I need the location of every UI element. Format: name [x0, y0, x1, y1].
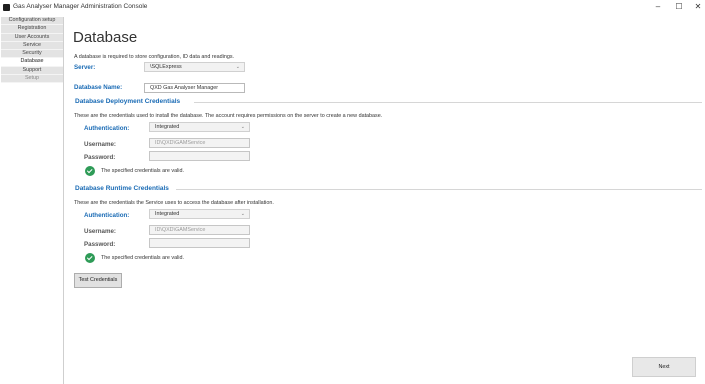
server-dropdown[interactable]: \SQLExpress ⌄: [144, 62, 245, 72]
runtime-valid-message: The specified credentials are valid.: [101, 255, 184, 261]
close-button[interactable]: ✕: [691, 2, 705, 12]
runtime-username-input[interactable]: ID\QXD\GAMService: [149, 225, 250, 235]
sidebar-item-configuration-setup[interactable]: Configuration setup: [1, 17, 63, 26]
next-button[interactable]: Next: [632, 357, 696, 377]
database-description: A database is required to store configur…: [74, 54, 235, 60]
title-bar: Gas Analyser Manager Administration Cons…: [0, 0, 705, 16]
deployment-auth-dropdown[interactable]: Integrated ⌄: [149, 122, 250, 132]
sidebar-item-support[interactable]: Support: [1, 66, 63, 76]
server-label: Server:: [74, 64, 96, 71]
deployment-username-label: Username:: [84, 141, 116, 148]
runtime-description: These are the credentials the Service us…: [74, 200, 274, 206]
sidebar-item-security[interactable]: Security: [1, 50, 63, 59]
chevron-down-icon: ⌄: [235, 64, 240, 70]
deployment-username-input[interactable]: ID\QXD\GAMService: [149, 138, 250, 148]
sidebar: Configuration setup Registration User Ac…: [1, 17, 64, 384]
app-icon: [3, 4, 10, 11]
deployment-auth-label: Authentication:: [84, 125, 130, 132]
sidebar-item-setup[interactable]: Setup: [1, 75, 63, 84]
deployment-credentials-header: Database Deployment Credentials: [75, 98, 181, 105]
runtime-auth-label: Authentication:: [84, 212, 130, 219]
deployment-valid-message: The specified credentials are valid.: [101, 168, 184, 174]
chevron-down-icon: ⌄: [240, 211, 245, 217]
sidebar-item-registration[interactable]: Registration: [1, 25, 63, 34]
deployment-password-label: Password:: [84, 154, 116, 161]
sidebar-item-user-accounts[interactable]: User Accounts: [1, 33, 63, 42]
page-title: Database: [73, 29, 138, 46]
main-content: Database A database is required to store…: [64, 17, 705, 384]
test-credentials-button[interactable]: Test Credentials: [74, 273, 122, 288]
window-title: Gas Analyser Manager Administration Cons…: [13, 3, 148, 10]
runtime-username-label: Username:: [84, 228, 116, 235]
deployment-description: These are the credentials used to instal…: [74, 113, 383, 119]
database-name-label: Database Name:: [74, 84, 123, 91]
deployment-auth-value: Integrated: [155, 124, 180, 130]
deployment-divider: [194, 102, 702, 103]
minimize-button[interactable]: ‒: [651, 2, 665, 12]
runtime-password-input[interactable]: [149, 238, 250, 248]
runtime-auth-value: Integrated: [155, 211, 180, 217]
server-value: \SQLExpress: [150, 64, 182, 70]
chevron-down-icon: ⌄: [240, 124, 245, 130]
check-circle-icon: [85, 253, 95, 263]
maximize-button[interactable]: ☐: [672, 2, 686, 12]
runtime-password-label: Password:: [84, 241, 116, 248]
sidebar-item-service[interactable]: Service: [1, 41, 63, 51]
runtime-auth-dropdown[interactable]: Integrated ⌄: [149, 209, 250, 219]
runtime-credentials-header: Database Runtime Credentials: [75, 185, 169, 192]
check-circle-icon: [85, 166, 95, 176]
sidebar-item-database[interactable]: Database: [1, 58, 63, 67]
runtime-divider: [176, 189, 702, 190]
database-name-input[interactable]: QXD Gas Analyser Manager: [144, 83, 245, 93]
deployment-password-input[interactable]: [149, 151, 250, 161]
